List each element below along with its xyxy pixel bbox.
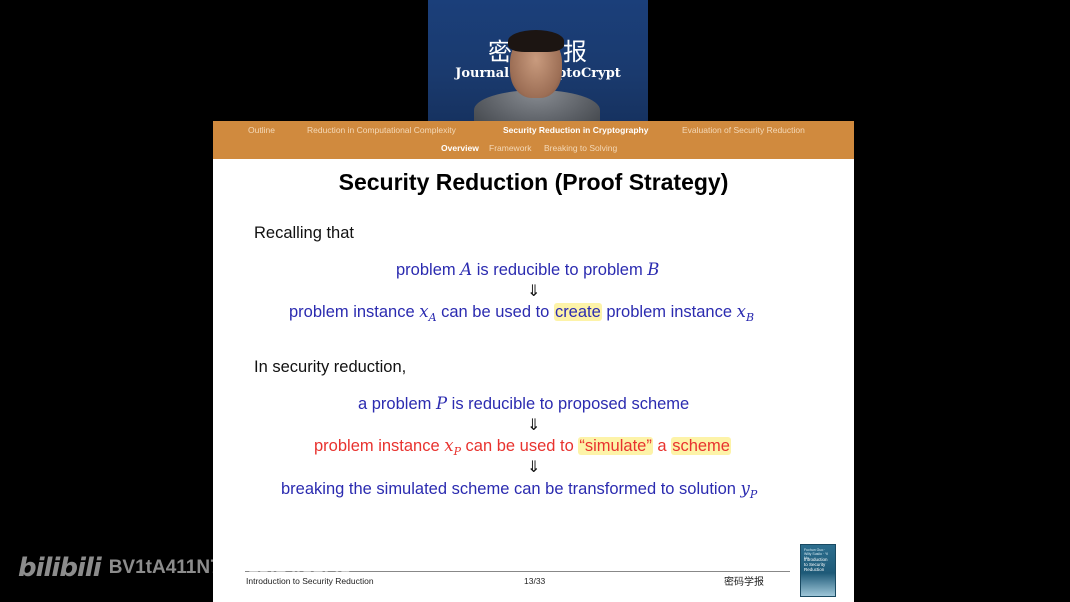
presenter-hair [508, 30, 564, 52]
book-cover: Fuchun Guo · Willy Susilo · Yi Mu Introd… [800, 544, 836, 597]
nav-sub-breaking[interactable]: Breaking to Solving [544, 143, 617, 153]
nav-section-outline[interactable]: Outline [248, 125, 275, 135]
nav-section-evaluation[interactable]: Evaluation of Security Reduction [682, 125, 805, 135]
book-title: Introduction to Security Reduction [804, 557, 828, 572]
nav-subsections: Overview Framework Breaking to Solving [213, 143, 854, 157]
security-line-1: a problem P is reducible to proposed sch… [358, 394, 690, 413]
nav-section-cryptography[interactable]: Security Reduction in Cryptography [503, 125, 648, 135]
implies-arrow: ⇓ [527, 457, 541, 476]
bilibili-logo-icon: bilibili [18, 553, 102, 583]
slide: Outline Reduction in Computational Compl… [213, 121, 854, 602]
security-line-2: problem instance xP can be used to “simu… [314, 436, 731, 458]
security-line-3: breaking the simulated scheme can be tra… [281, 479, 758, 501]
footer-logo-text: 密码学报 [724, 577, 764, 588]
highlight-scheme: scheme [671, 437, 731, 455]
implies-arrow: ⇓ [527, 281, 541, 300]
recall-line-2: problem instance xA can be used to creat… [289, 302, 755, 324]
slide-navbar: Outline Reduction in Computational Compl… [213, 121, 854, 159]
security-label: In security reduction, [254, 358, 407, 376]
recalling-label: Recalling that [254, 224, 354, 242]
video-id-timestamp: BV1tA411N7Sz 13:24/51:48 [108, 557, 351, 578]
highlight-simulate: “simulate” [578, 437, 653, 455]
implies-arrow: ⇓ [527, 415, 541, 434]
webcam-overlay: 密码学报 Journal of CryptoCrypt [428, 0, 648, 122]
page-number: 13/33 [524, 576, 546, 586]
nav-sections: Outline Reduction in Computational Compl… [213, 125, 854, 139]
recall-line-1: problem A is reducible to problem B [396, 260, 660, 279]
slide-title: Security Reduction (Proof Strategy) [338, 169, 729, 195]
highlight-create: create [553, 303, 602, 321]
video-watermark: bilibili BV1tA411N7Sz 13:24/51:48 [18, 548, 351, 588]
nav-sub-overview[interactable]: Overview [441, 143, 479, 153]
nav-sub-framework[interactable]: Framework [489, 143, 532, 153]
nav-section-complexity[interactable]: Reduction in Computational Complexity [307, 125, 456, 135]
